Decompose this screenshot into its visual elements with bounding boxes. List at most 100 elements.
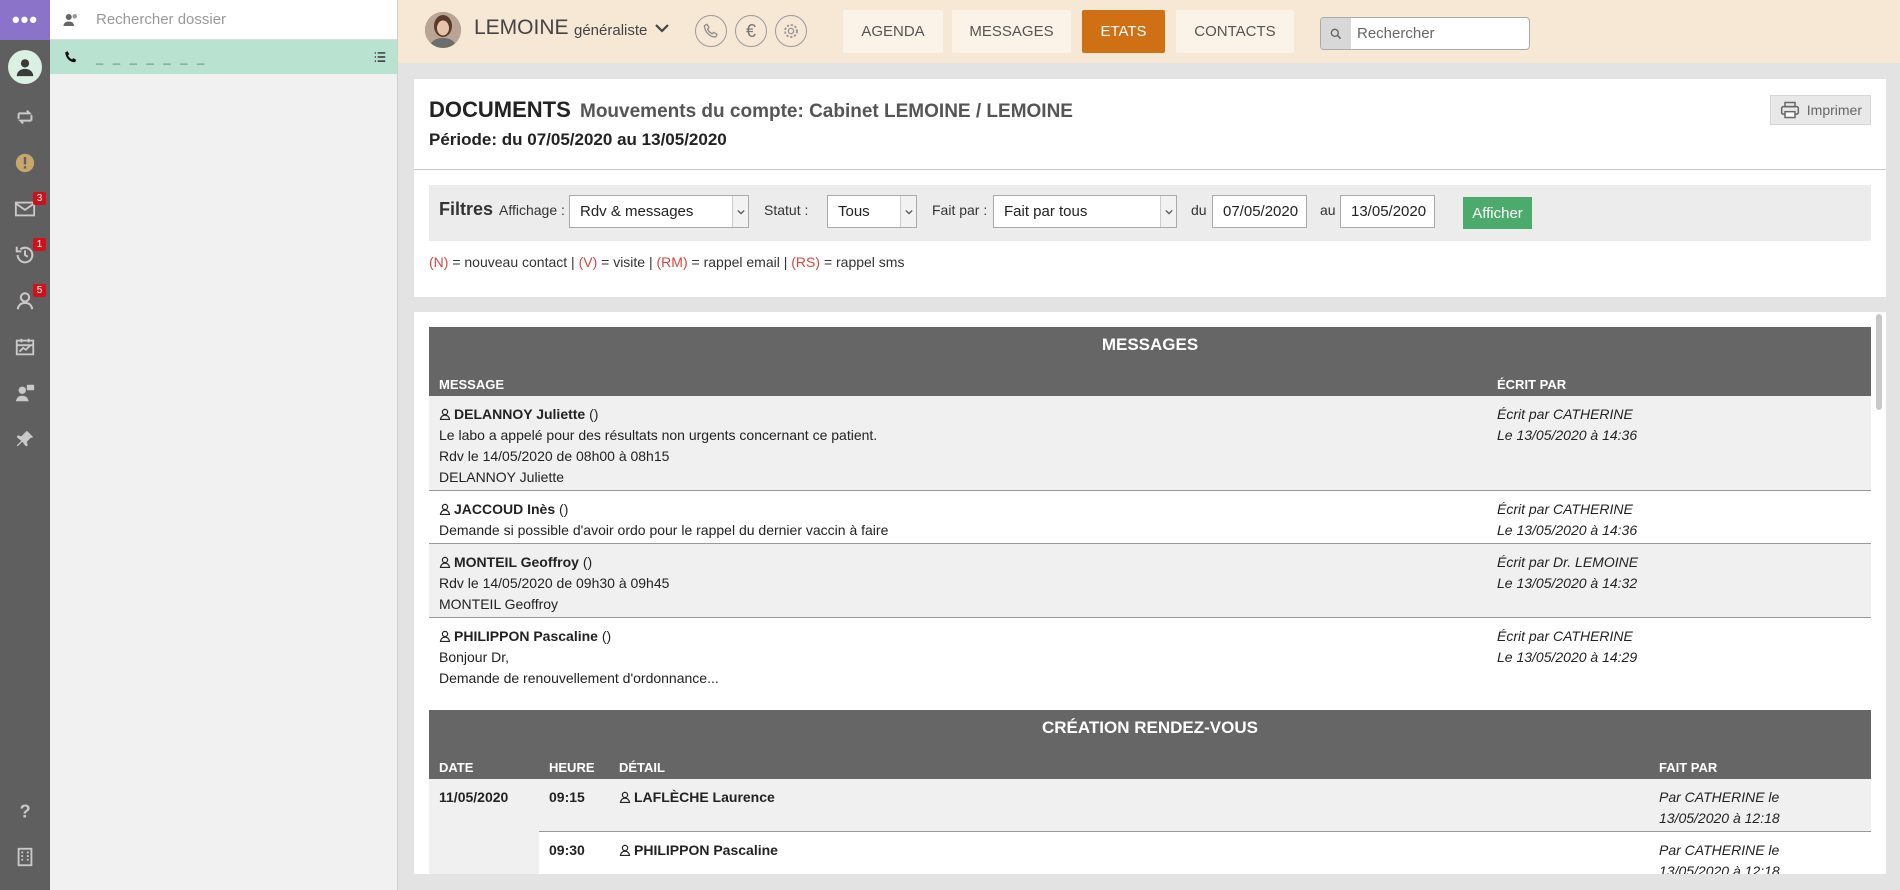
- doctor-avatar[interactable]: [425, 12, 461, 48]
- history-icon[interactable]: 1: [0, 232, 50, 278]
- legend-v-text: = visite |: [601, 254, 653, 270]
- user-icon: [8, 50, 42, 84]
- rdv-patient[interactable]: PHILIPPON Pascaline: [619, 840, 778, 861]
- message-row[interactable]: JACCOUD Inès () Demande si possible d'av…: [429, 491, 1871, 544]
- chevron-down-icon[interactable]: [654, 20, 670, 36]
- statut-select[interactable]: Tous: [827, 195, 917, 228]
- global-search: [1320, 17, 1530, 50]
- message-text: Bonjour Dr,: [439, 649, 510, 665]
- legend-v-code: (V): [578, 254, 598, 270]
- tab-etats[interactable]: ETATS: [1082, 10, 1165, 53]
- statut-label: Statut :: [764, 202, 809, 218]
- contact-pin-icon[interactable]: 5: [0, 278, 50, 324]
- sync-icon[interactable]: [0, 94, 50, 140]
- rdv-patient-name: LAFLÈCHE Laurence: [634, 789, 775, 805]
- report-content: MESSAGES MESSAGE ÉCRIT PAR DELANNOY Juli…: [414, 312, 1886, 874]
- affichage-label: Affichage :: [499, 202, 565, 218]
- active-call-row[interactable]: _ _ _ _ _ _ _: [50, 40, 397, 74]
- date-to-value: 13/05/2020: [1351, 203, 1427, 220]
- message-text: Le labo a appelé pour des résultats non …: [439, 427, 878, 443]
- message-text: DELANNOY Juliette: [439, 469, 565, 485]
- scrollbar-thumb[interactable]: [1876, 314, 1882, 410]
- affichage-select[interactable]: Rdv & messages: [569, 195, 749, 228]
- rdv-by: Par CATHERINE le 13/05/2020 à 12:18: [1659, 840, 1780, 874]
- header-divider: [414, 169, 1886, 170]
- calendar-chart-icon[interactable]: [0, 324, 50, 370]
- afficher-button[interactable]: Afficher: [1463, 197, 1532, 229]
- euro-icon: €: [745, 20, 756, 41]
- global-search-input[interactable]: [1351, 25, 1526, 42]
- rdv-row[interactable]: 11/05/2020 09:15 LAFLÈCHE Laurence Par C…: [429, 779, 1871, 832]
- message-patient-name[interactable]: JACCOUD Inès: [454, 501, 555, 517]
- legend-rm-text: = rappel email |: [691, 254, 788, 270]
- svg-text:?: ?: [20, 800, 31, 821]
- person-icon: [619, 791, 631, 803]
- chevron-down-icon: [900, 196, 916, 227]
- message-text: Demande de renouvellement d'ordonnance..…: [439, 670, 719, 686]
- faitpar-select[interactable]: Fait par tous: [993, 195, 1177, 228]
- folder-search: [50, 0, 397, 40]
- alert-icon[interactable]: [0, 140, 50, 186]
- message-author: Écrit par Dr. LEMOINE: [1497, 554, 1639, 570]
- col-detail: DÉTAIL: [619, 760, 665, 775]
- help-icon[interactable]: ?: [0, 788, 50, 834]
- top-bar: LEMOINE généraliste € AGENDA MESSAGES ET…: [398, 0, 1900, 63]
- content-scrollbar[interactable]: [1874, 312, 1884, 874]
- au-label: au: [1320, 202, 1336, 218]
- tab-messages[interactable]: MESSAGES: [952, 10, 1071, 53]
- phone-button[interactable]: [695, 15, 727, 47]
- date-cell-continuation: [429, 832, 539, 874]
- list-icon[interactable]: [373, 50, 387, 64]
- message-author: Écrit par CATHERINE: [1497, 628, 1633, 644]
- period-from: 07/05/2020: [527, 130, 613, 149]
- rdv-time: 09:15: [549, 789, 585, 805]
- rdv-row[interactable]: 09:30 PHILIPPON Pascaline Par CATHERINE …: [429, 832, 1871, 874]
- reminders-badge: 1: [33, 238, 46, 251]
- period-prefix: Période: du: [429, 130, 523, 149]
- mail-icon[interactable]: 3: [0, 186, 50, 232]
- rdv-column-headers: DATE HEURE DÉTAIL FAIT PAR: [429, 746, 1871, 779]
- folder-search-input[interactable]: [96, 11, 376, 28]
- message-text: Rdv le 14/05/2020 de 09h30 à 09h45: [439, 575, 670, 591]
- legend-n-text: = nouveau contact |: [452, 254, 575, 270]
- tab-contacts[interactable]: CONTACTS: [1176, 10, 1294, 53]
- message-row[interactable]: PHILIPPON Pascaline () Bonjour Dr, Deman…: [429, 618, 1871, 692]
- date-to-input[interactable]: 13/05/2020: [1340, 195, 1435, 228]
- settings-button[interactable]: [775, 15, 807, 47]
- rdv-patient[interactable]: LAFLÈCHE Laurence: [619, 787, 775, 808]
- print-button[interactable]: Imprimer: [1769, 95, 1871, 125]
- message-row[interactable]: DELANNOY Juliette () Le labo a appelé po…: [429, 396, 1871, 491]
- person-icon: [439, 503, 451, 515]
- person-icon: [619, 844, 631, 856]
- message-patient-suffix: (): [585, 406, 599, 422]
- person-icon: [439, 408, 451, 420]
- message-date: Le 13/05/2020 à 14:36: [1497, 427, 1638, 443]
- documents-header-card: DOCUMENTS Mouvements du compte: Cabinet …: [414, 79, 1886, 297]
- doctor-name[interactable]: LEMOINE: [474, 16, 569, 40]
- message-row[interactable]: MONTEIL Geoffroy () Rdv le 14/05/2020 de…: [429, 544, 1871, 618]
- period-to: 13/05/2020: [641, 130, 727, 149]
- search-icon[interactable]: [1321, 18, 1351, 49]
- page-subtitle: Mouvements du compte: Cabinet LEMOINE / …: [580, 101, 1073, 122]
- building-icon[interactable]: [0, 834, 50, 880]
- message-patient-name[interactable]: PHILIPPON Pascaline: [454, 628, 598, 644]
- message-patient-name[interactable]: DELANNOY Juliette: [454, 406, 585, 422]
- billing-button[interactable]: €: [735, 15, 767, 47]
- pin-icon[interactable]: [0, 416, 50, 462]
- filters-title: Filtres: [439, 199, 494, 219]
- period-line: Période: du 07/05/2020 au 13/05/2020: [429, 130, 727, 150]
- legend-line: (N) = nouveau contact | (V) = visite | (…: [429, 254, 904, 270]
- message-patient-name[interactable]: MONTEIL Geoffroy: [454, 554, 579, 570]
- doctor-specialty[interactable]: généraliste: [574, 22, 647, 39]
- page-title: DOCUMENTS: [429, 97, 571, 122]
- tab-agenda[interactable]: AGENDA: [843, 10, 943, 53]
- profile-rail-item[interactable]: [0, 40, 50, 94]
- message-author: Écrit par CATHERINE: [1497, 406, 1633, 422]
- message-text: Rdv le 14/05/2020 de 08h00 à 08h15: [439, 448, 670, 464]
- icon-rail: ••• 3 1 5 ?: [0, 0, 50, 890]
- legend-n-code: (N): [429, 254, 449, 270]
- date-from-input[interactable]: 07/05/2020: [1212, 195, 1307, 228]
- dots-icon[interactable]: •••: [0, 0, 50, 40]
- team-chat-icon[interactable]: [0, 370, 50, 416]
- col-author: ÉCRIT PAR: [1497, 377, 1567, 392]
